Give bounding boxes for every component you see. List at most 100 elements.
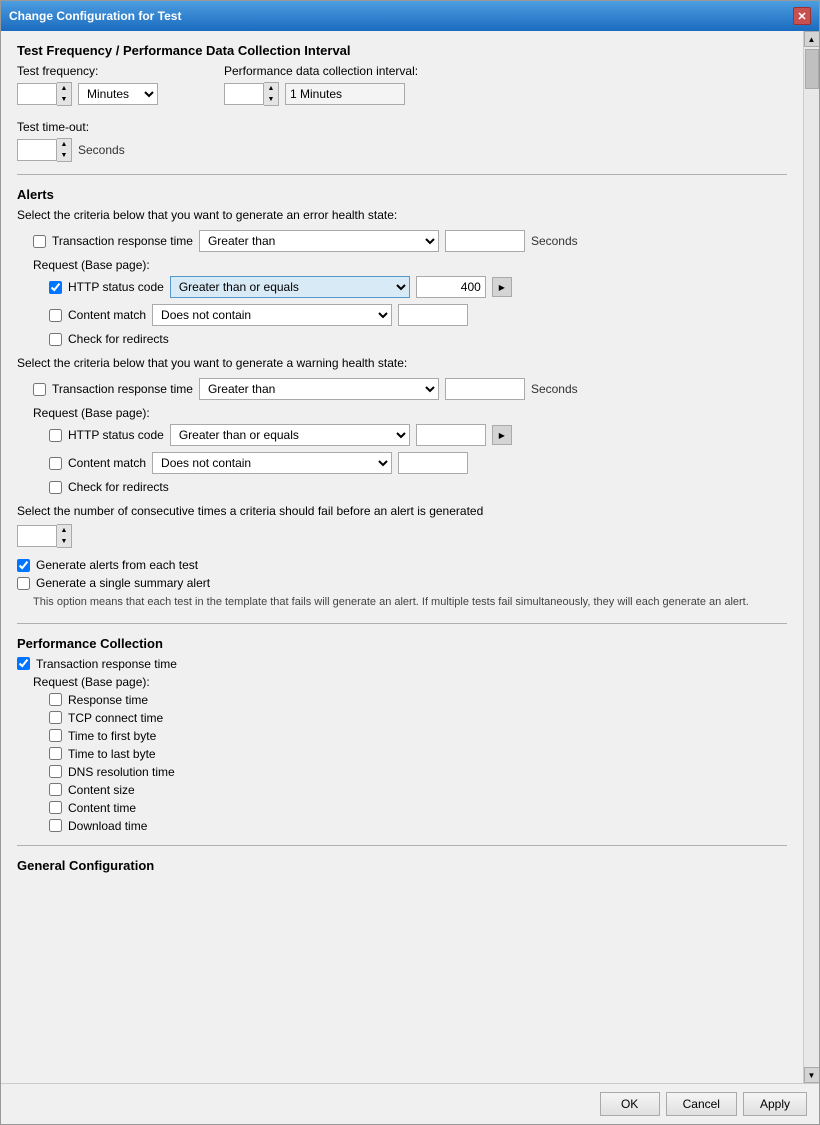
consecutive-desc: Select the number of consecutive times a… (17, 504, 787, 518)
generate-each-label: Generate alerts from each test (36, 558, 198, 572)
test-frequency-down[interactable]: ▼ (57, 94, 71, 105)
ok-button[interactable]: OK (600, 1092, 660, 1116)
perf-transaction-checkbox[interactable] (17, 657, 30, 670)
scrollbar[interactable]: ▲ ▼ (803, 31, 819, 1083)
warning-redirects-label: Check for redirects (68, 480, 169, 494)
error-transaction-label: Transaction response time (52, 234, 193, 248)
error-redirects-checkbox[interactable] (49, 333, 62, 346)
error-transaction-unit: Seconds (531, 234, 578, 248)
consecutive-spinner-btns: ▲ ▼ (57, 524, 72, 548)
scroll-down-button[interactable]: ▼ (804, 1067, 820, 1083)
timeout-controls: 45 ▲ ▼ Seconds (17, 138, 787, 162)
error-transaction-value[interactable] (445, 230, 525, 252)
error-content-value[interactable] (398, 304, 468, 326)
perf-time-last-byte-row: Time to last byte (49, 747, 787, 761)
warning-content-checkbox[interactable] (49, 457, 62, 470)
main-window: Change Configuration for Test ✕ Test Fre… (0, 0, 820, 1125)
timeout-label: Test time-out: (17, 120, 787, 134)
test-frequency-up[interactable]: ▲ (57, 83, 71, 94)
error-transaction-row: Transaction response time Greater than G… (33, 230, 787, 252)
perf-dns-resolution-checkbox[interactable] (49, 765, 62, 778)
warning-transaction-checkbox[interactable] (33, 383, 46, 396)
error-http-value[interactable] (416, 276, 486, 298)
perf-tcp-connect-checkbox[interactable] (49, 711, 62, 724)
error-http-row: HTTP status code Greater than Greater th… (49, 276, 787, 298)
perf-content-time-checkbox[interactable] (49, 801, 62, 814)
warning-transaction-value[interactable] (445, 378, 525, 400)
warning-content-operator[interactable]: Does not contain Contains (152, 452, 392, 474)
timeout-up[interactable]: ▲ (57, 139, 71, 150)
warning-transaction-label: Transaction response time (52, 382, 193, 396)
warning-transaction-unit: Seconds (531, 382, 578, 396)
test-frequency-spinner: 5 ▲ ▼ (17, 82, 72, 106)
perf-content-time-row: Content time (49, 801, 787, 815)
warning-http-value[interactable] (416, 424, 486, 446)
apply-button[interactable]: Apply (743, 1092, 807, 1116)
error-http-checkbox[interactable] (49, 281, 62, 294)
perf-download-time-checkbox[interactable] (49, 819, 62, 832)
window-title: Change Configuration for Test (9, 9, 181, 23)
perf-download-time-label: Download time (68, 819, 147, 833)
consecutive-spinner: 1 ▲ ▼ (17, 524, 72, 548)
frequency-section: Test Frequency / Performance Data Collec… (17, 43, 787, 162)
test-frequency-unit-select[interactable]: Minutes Hours Seconds (78, 83, 158, 105)
perf-interval-group: Performance data collection interval: 1 … (224, 64, 418, 112)
generate-summary-checkbox[interactable] (17, 577, 30, 590)
perf-interval-down[interactable]: ▼ (264, 94, 278, 105)
error-content-checkbox[interactable] (49, 309, 62, 322)
test-frequency-controls: 5 ▲ ▼ Minutes Hours Seconds (17, 82, 158, 106)
perf-time-last-byte-label: Time to last byte (68, 747, 156, 761)
warning-content-value[interactable] (398, 452, 468, 474)
warning-transaction-row: Transaction response time Greater than G… (33, 378, 787, 400)
perf-response-time-checkbox[interactable] (49, 693, 62, 706)
warning-criteria-desc: Select the criteria below that you want … (17, 356, 787, 370)
alerts-title: Alerts (17, 187, 787, 202)
perf-interval-up[interactable]: ▲ (264, 83, 278, 94)
error-criteria-desc: Select the criteria below that you want … (17, 208, 787, 222)
error-http-play-button[interactable]: ▶ (492, 277, 512, 297)
perf-content-time-label: Content time (68, 801, 136, 815)
warning-redirects-row: Check for redirects (49, 480, 787, 494)
perf-time-first-byte-checkbox[interactable] (49, 729, 62, 742)
error-http-operator[interactable]: Greater than Greater than or equals Less… (170, 276, 410, 298)
general-config-section: General Configuration (17, 858, 787, 873)
warning-transaction-operator[interactable]: Greater than Greater than or equals (199, 378, 439, 400)
perf-response-time-row: Response time (49, 693, 787, 707)
consecutive-down[interactable]: ▼ (57, 536, 71, 547)
close-button[interactable]: ✕ (793, 7, 811, 25)
warning-redirects-checkbox[interactable] (49, 481, 62, 494)
perf-transaction-label: Transaction response time (36, 657, 177, 671)
bottom-bar: OK Cancel Apply (1, 1083, 819, 1124)
perf-tcp-connect-label: TCP connect time (68, 711, 163, 725)
perf-interval-spinner-btns: ▲ ▼ (264, 82, 279, 106)
timeout-down[interactable]: ▼ (57, 150, 71, 161)
scroll-up-button[interactable]: ▲ (804, 31, 820, 47)
content-area: Test Frequency / Performance Data Collec… (1, 31, 819, 1083)
cancel-button[interactable]: Cancel (666, 1092, 737, 1116)
generate-summary-label: Generate a single summary alert (36, 576, 210, 590)
error-transaction-checkbox[interactable] (33, 235, 46, 248)
consecutive-input[interactable]: 1 (17, 525, 57, 547)
scroll-thumb[interactable] (805, 49, 819, 89)
perf-dns-resolution-label: DNS resolution time (68, 765, 175, 779)
scroll-track[interactable] (804, 47, 819, 1067)
perf-interval-input[interactable]: 1 (224, 83, 264, 105)
error-content-row: Content match Does not contain Contains (49, 304, 787, 326)
perf-content-size-label: Content size (68, 783, 135, 797)
perf-content-size-checkbox[interactable] (49, 783, 62, 796)
consecutive-up[interactable]: ▲ (57, 525, 71, 536)
generate-each-checkbox[interactable] (17, 559, 30, 572)
warning-http-play-button[interactable]: ▶ (492, 425, 512, 445)
test-frequency-input[interactable]: 5 (17, 83, 57, 105)
error-content-operator[interactable]: Does not contain Contains (152, 304, 392, 326)
titlebar: Change Configuration for Test ✕ (1, 1, 819, 31)
perf-interval-spinner: 1 ▲ ▼ (224, 82, 279, 106)
warning-http-operator[interactable]: Greater than Greater than or equals (170, 424, 410, 446)
perf-time-last-byte-checkbox[interactable] (49, 747, 62, 760)
timeout-input[interactable]: 45 (17, 139, 57, 161)
request-base-perf-label: Request (Base page): (33, 675, 787, 689)
warning-content-row: Content match Does not contain Contains (49, 452, 787, 474)
error-transaction-operator[interactable]: Greater than Greater than or equals Less… (199, 230, 439, 252)
warning-http-checkbox[interactable] (49, 429, 62, 442)
alerts-section: Alerts Select the criteria below that yo… (17, 187, 787, 611)
